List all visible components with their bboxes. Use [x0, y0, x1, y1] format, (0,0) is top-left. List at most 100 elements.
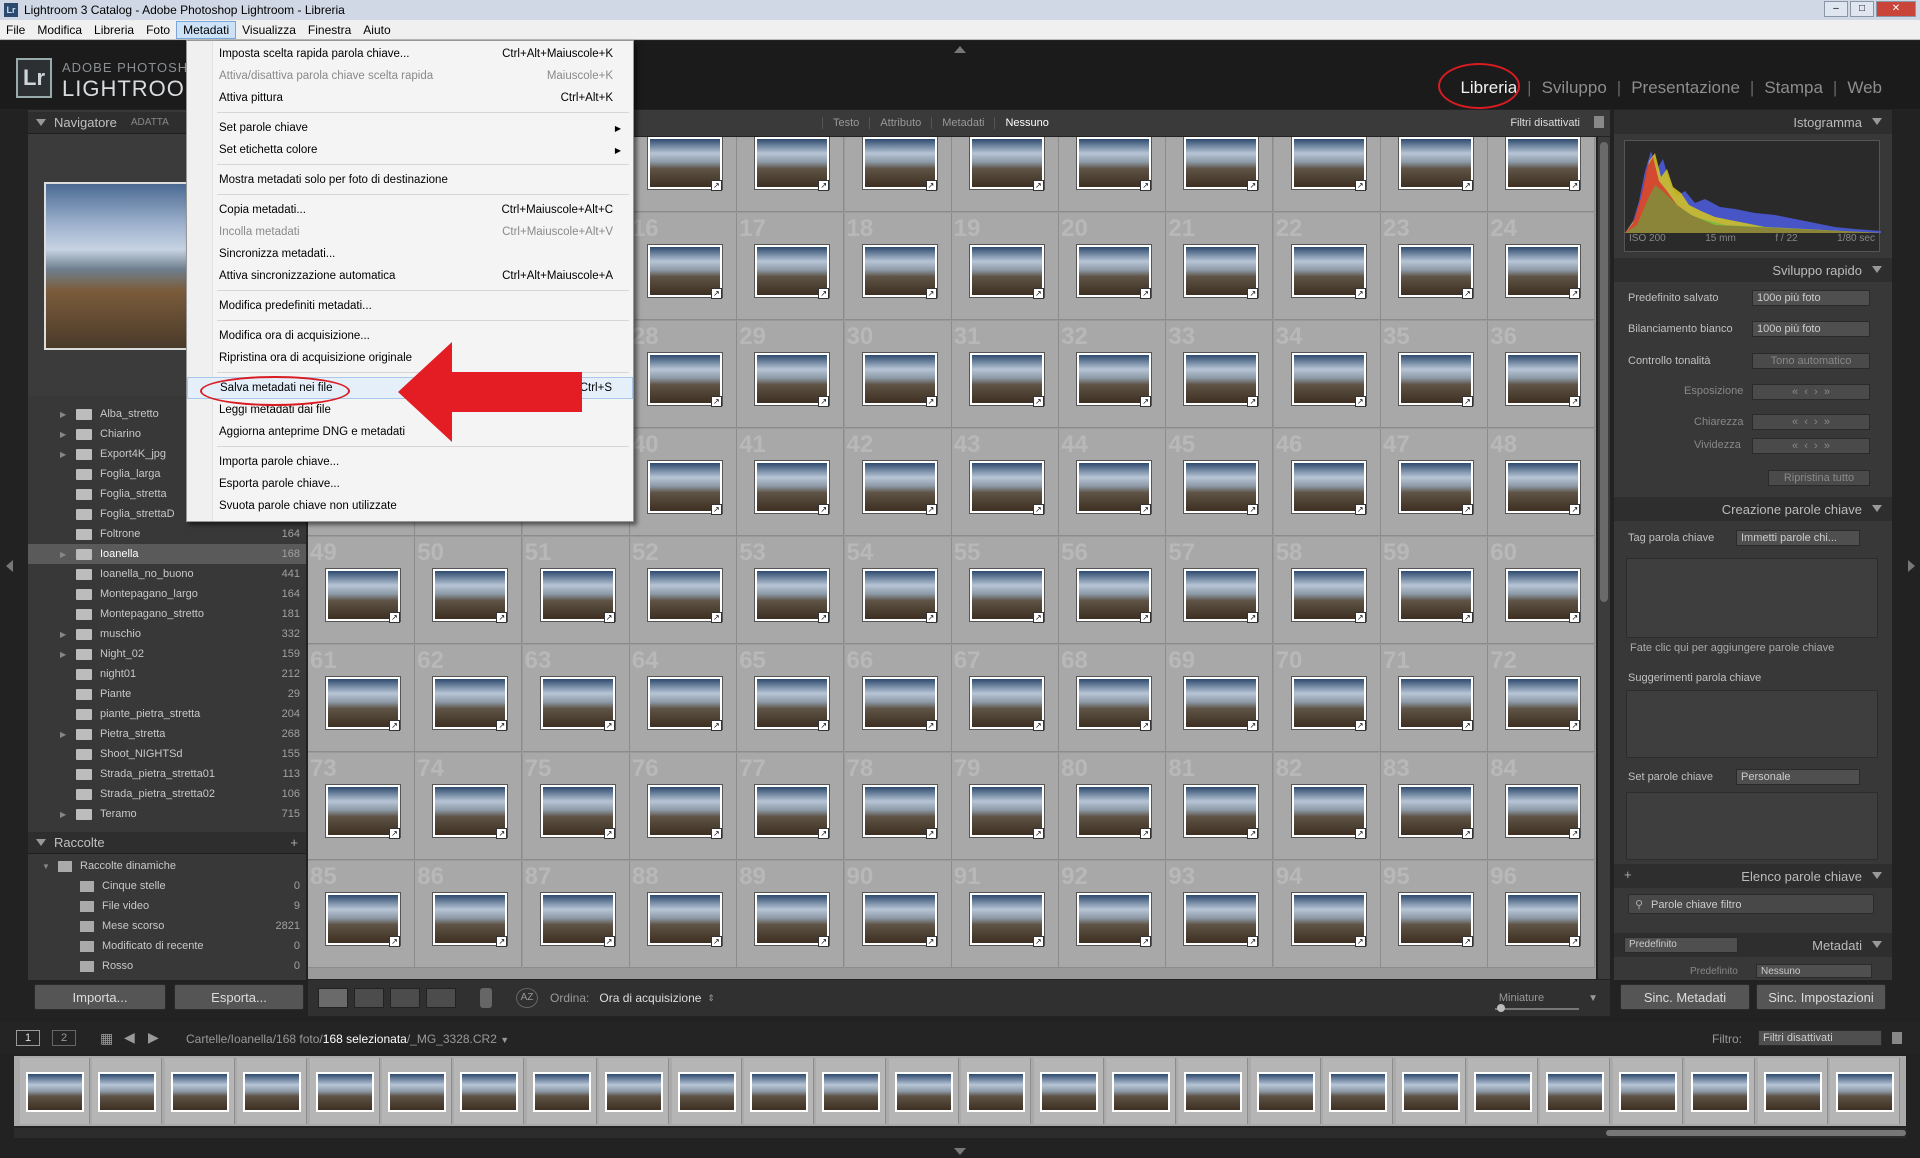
filmstrip-thumb[interactable] — [92, 1058, 163, 1124]
grid-cell[interactable]: 5↗ — [737, 137, 845, 212]
right-panel-toggle-icon[interactable] — [1908, 560, 1915, 572]
edited-badge-icon[interactable]: ↗ — [1247, 180, 1259, 191]
collection-item[interactable]: Mese scorso 2821 — [28, 916, 306, 936]
grid-cell[interactable]: 55 ↗ — [951, 537, 1059, 644]
grid-cell[interactable]: 53 ↗ — [737, 537, 845, 644]
metadata-preset-dropdown[interactable]: Predefinito — [1624, 937, 1738, 953]
grid-cell[interactable]: 43 ↗ — [951, 429, 1059, 536]
menu-modifica[interactable]: Modifica — [31, 21, 88, 39]
grid-cell[interactable]: 92 ↗ — [1059, 861, 1167, 968]
edited-badge-icon[interactable]: ↗ — [818, 828, 830, 839]
breadcrumb[interactable]: Cartelle/Ioanella/168 foto/168 seleziona… — [186, 1032, 509, 1046]
edited-badge-icon[interactable]: ↗ — [818, 612, 830, 623]
folder-item[interactable]: Strada_pietra_stretta02 106 — [28, 784, 306, 804]
grid-cell[interactable]: 32 ↗ — [1059, 321, 1167, 428]
reset-all-button[interactable]: Ripristina tutto — [1768, 470, 1870, 486]
photo-thumbnail[interactable] — [98, 1072, 157, 1112]
grid-cell[interactable]: 52 ↗ — [629, 537, 737, 644]
add-keyword-icon[interactable]: + — [1624, 867, 1632, 882]
thumbnail-slider-knob[interactable] — [1496, 1004, 1505, 1012]
grid-cell[interactable]: 36 ↗ — [1488, 321, 1596, 428]
import-button[interactable]: Importa... — [34, 984, 166, 1010]
menu-finestra[interactable]: Finestra — [302, 21, 357, 39]
painter-icon[interactable] — [480, 988, 492, 1008]
grid-cell[interactable]: 30 ↗ — [844, 321, 952, 428]
grid-cell[interactable]: 24 ↗ — [1488, 213, 1596, 320]
grid-cell[interactable]: 89 ↗ — [737, 861, 845, 968]
expand-icon[interactable]: ▶ — [60, 630, 68, 639]
grid-icon[interactable]: ▦ — [100, 1030, 113, 1047]
grid-cell[interactable]: 49 ↗ — [308, 537, 415, 644]
forward-icon[interactable]: ▶ — [148, 1029, 159, 1046]
edited-badge-icon[interactable]: ↗ — [1140, 828, 1152, 839]
filmstrip-thumb[interactable] — [1685, 1058, 1756, 1124]
photo-thumbnail[interactable] — [677, 1072, 736, 1112]
thumbnail-slider[interactable] — [1494, 1008, 1579, 1010]
folder-item[interactable]: Foltrone 164 — [28, 524, 306, 544]
menu-item[interactable]: Attiva sincronizzazione automatica Ctrl+A… — [187, 265, 633, 287]
export-button[interactable]: Esporta... — [174, 984, 304, 1010]
edited-badge-icon[interactable]: ↗ — [1032, 288, 1044, 299]
edited-badge-icon[interactable]: ↗ — [818, 396, 830, 407]
top-panel-toggle-icon[interactable] — [954, 46, 966, 53]
grid-cell[interactable]: 9↗ — [1166, 137, 1274, 212]
grid-cell[interactable]: 68 ↗ — [1059, 645, 1167, 752]
edited-badge-icon[interactable]: ↗ — [603, 720, 615, 731]
grid-cell[interactable]: 41 ↗ — [737, 429, 845, 536]
photo-thumbnail[interactable] — [1401, 1072, 1460, 1112]
filmstrip-thumb[interactable] — [1395, 1058, 1466, 1124]
grid-cell[interactable]: 62 ↗ — [415, 645, 523, 752]
edited-badge-icon[interactable]: ↗ — [496, 936, 508, 947]
grid-cell[interactable]: 10↗ — [1273, 137, 1381, 212]
grid-cell[interactable]: 83 ↗ — [1381, 753, 1488, 860]
folder-item[interactable]: ▶ muschio 332 — [28, 624, 306, 644]
edited-badge-icon[interactable]: ↗ — [389, 936, 400, 947]
edited-badge-icon[interactable]: ↗ — [1247, 936, 1259, 947]
grid-cell[interactable]: 60 ↗ — [1488, 537, 1596, 644]
maximize-icon[interactable]: □ — [1850, 1, 1874, 17]
grid-cell[interactable]: 19 ↗ — [951, 213, 1059, 320]
edited-badge-icon[interactable]: ↗ — [1032, 828, 1044, 839]
edited-badge-icon[interactable]: ↗ — [1032, 612, 1044, 623]
edited-badge-icon[interactable]: ↗ — [925, 504, 937, 515]
grid-cell[interactable]: 4↗ — [629, 137, 737, 212]
module-presentazione[interactable]: Presentazione — [1621, 78, 1750, 98]
navigator-zoom[interactable]: ADATTA — [131, 117, 169, 128]
menu-item[interactable]: Attiva pittura Ctrl+Alt+K — [187, 87, 633, 109]
edited-badge-icon[interactable]: ↗ — [496, 720, 508, 731]
expand-icon[interactable]: ▶ — [60, 410, 68, 419]
menu-item[interactable]: Sincronizza metadati... — [187, 243, 633, 265]
edited-badge-icon[interactable]: ↗ — [710, 396, 722, 407]
photo-thumbnail[interactable] — [967, 1072, 1026, 1112]
edited-badge-icon[interactable]: ↗ — [389, 612, 400, 623]
edited-badge-icon[interactable]: ↗ — [1354, 720, 1366, 731]
grid-view-icon[interactable] — [318, 988, 348, 1008]
menu-item[interactable]: Importa parole chiave... — [187, 451, 633, 473]
folder-item[interactable]: piante_pietra_stretta 204 — [28, 704, 306, 724]
toolbar-menu-icon[interactable]: ▼ — [1588, 993, 1598, 1004]
collection-item[interactable]: Cinque stelle 0 — [28, 876, 306, 896]
keyword-set-dropdown[interactable]: Personale — [1736, 769, 1860, 785]
photo-thumbnail[interactable] — [1256, 1072, 1315, 1112]
edited-badge-icon[interactable]: ↗ — [1032, 396, 1044, 407]
grid-cell[interactable]: 74 ↗ — [415, 753, 523, 860]
edited-badge-icon[interactable]: ↗ — [710, 828, 722, 839]
edited-badge-icon[interactable]: ↗ — [1032, 504, 1044, 515]
sync-settings-button[interactable]: Sinc. Impostazioni — [1756, 984, 1886, 1010]
sort-dropdown[interactable]: Ora di acquisizione — [599, 991, 701, 1005]
filmstrip-thumb[interactable] — [961, 1058, 1032, 1124]
edited-badge-icon[interactable]: ↗ — [710, 504, 722, 515]
grid-cell[interactable]: 93 ↗ — [1166, 861, 1274, 968]
photo-thumbnail[interactable] — [243, 1072, 302, 1112]
edited-badge-icon[interactable]: ↗ — [1462, 288, 1473, 299]
edited-badge-icon[interactable]: ↗ — [925, 396, 937, 407]
compare-view-icon[interactable] — [390, 988, 420, 1008]
folder-item[interactable]: Shoot_NIGHTSd 155 — [28, 744, 306, 764]
folder-item[interactable]: night01 212 — [28, 664, 306, 684]
expand-icon[interactable]: ▶ — [60, 550, 68, 559]
grid-cell[interactable]: 63 ↗ — [522, 645, 630, 752]
edited-badge-icon[interactable]: ↗ — [1462, 720, 1473, 731]
grid-cell[interactable]: 87 ↗ — [522, 861, 630, 968]
filmstrip-thumb[interactable] — [309, 1058, 380, 1124]
filmstrip-thumb[interactable] — [744, 1058, 814, 1124]
